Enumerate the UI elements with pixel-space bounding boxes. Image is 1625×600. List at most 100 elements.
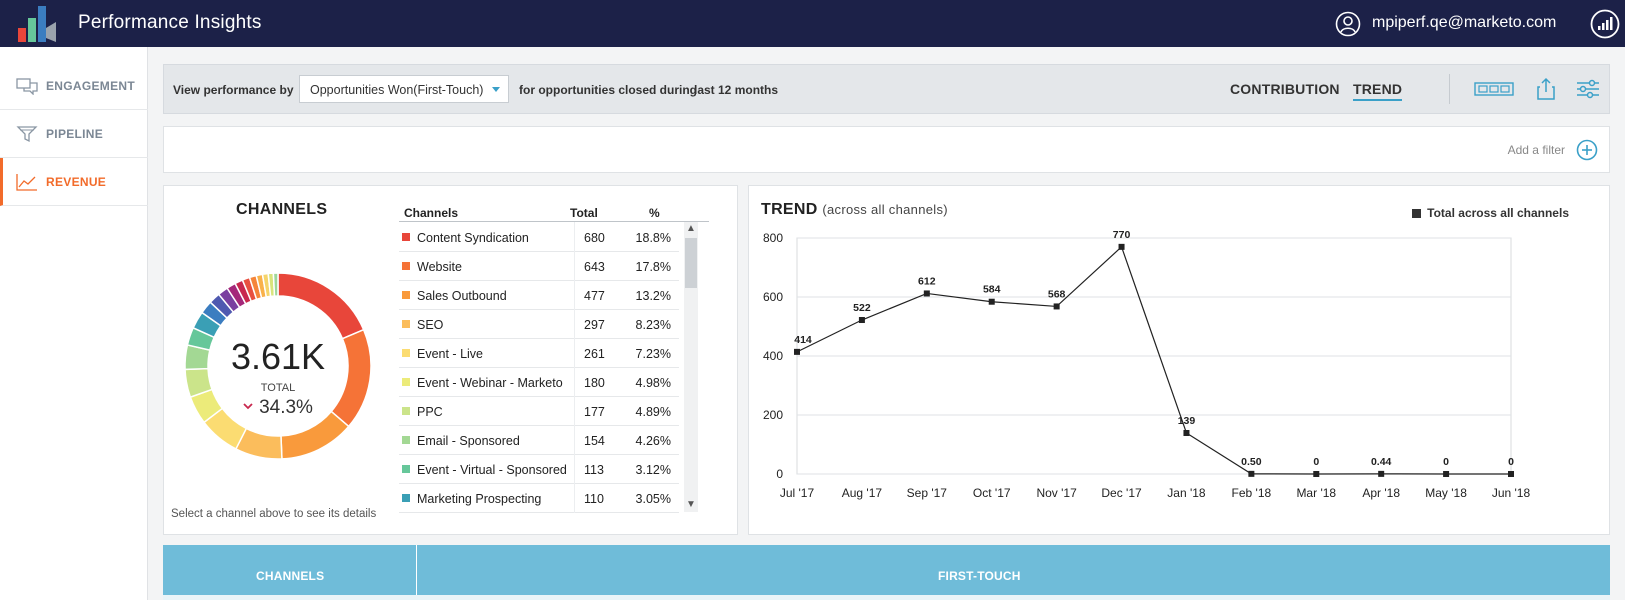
chevron-down-icon [243, 403, 253, 410]
sidebar-item-revenue[interactable]: REVENUE [0, 158, 148, 206]
data-point[interactable] [923, 290, 930, 297]
data-point[interactable] [1248, 470, 1255, 477]
column-separator [574, 251, 575, 281]
y-tick-label: 0 [776, 467, 783, 481]
sidebar-item-label: ENGAGEMENT [46, 79, 136, 93]
table-row[interactable]: Content Syndication 680 18.8% [399, 222, 679, 252]
column-separator [574, 280, 575, 310]
table-row[interactable]: Website 643 17.8% [399, 251, 679, 281]
x-tick-label: Aug '17 [842, 486, 883, 500]
sidebar-item-label: PIPELINE [46, 127, 104, 141]
total-label: TOTAL [260, 382, 296, 394]
column-separator [574, 367, 575, 397]
channel-percent: 7.23% [635, 347, 671, 361]
column-header-percent[interactable]: % [649, 206, 660, 220]
tab-contribution[interactable]: CONTRIBUTION [1230, 81, 1340, 97]
data-point[interactable] [1508, 471, 1514, 477]
x-tick-label: Mar '18 [1296, 486, 1336, 500]
donut-center: 3.61K TOTAL 34.3% [178, 266, 378, 466]
table-row[interactable]: PPC 177 4.89% [399, 396, 679, 426]
sidebar-item-engagement[interactable]: ENGAGEMENT [0, 62, 148, 110]
data-point[interactable] [1183, 429, 1190, 436]
channels-title: CHANNELS [236, 201, 328, 218]
channel-name: Event - Live [417, 347, 484, 361]
y-tick-label: 600 [763, 290, 783, 304]
table-row[interactable]: Email - Sponsored 154 4.26% [399, 425, 679, 455]
data-point[interactable] [1118, 243, 1125, 250]
column-header-total[interactable]: Total [570, 206, 598, 220]
user-email[interactable]: mpiperf.qe@marketo.com [1372, 14, 1556, 32]
channel-name: Marketing Prospecting [417, 492, 542, 506]
table-row[interactable]: Event - Virtual - Sponsored 113 3.12% [399, 454, 679, 484]
table-row[interactable]: Event - Webinar - Marketo 180 4.98% [399, 367, 679, 397]
channel-percent: 13.2% [635, 289, 671, 303]
scroll-up-icon[interactable]: ▲ [686, 224, 696, 234]
channel-color-swatch [402, 262, 410, 270]
column-separator [574, 222, 575, 252]
channel-color-swatch [402, 349, 410, 357]
data-point[interactable] [1443, 471, 1450, 477]
data-label: 0 [1313, 456, 1319, 468]
y-tick-label: 800 [763, 231, 783, 245]
data-label: 770 [1113, 229, 1131, 241]
view-performance-bar: View performance by Opportunities Won(Fi… [163, 64, 1610, 114]
column-separator [574, 425, 575, 455]
tab-trend[interactable]: TREND [1353, 81, 1403, 101]
scroll-down-icon[interactable]: ▼ [686, 500, 696, 510]
table-row[interactable]: Sales Outbound 477 13.2% [399, 280, 679, 310]
change-value: 34.3% [259, 397, 313, 418]
channels-first-touch-table-header: CHANNELS FIRST-TOUCH [163, 545, 1610, 600]
data-label: 0 [1443, 456, 1449, 468]
trend-panel: TREND (across all channels) Total across… [748, 185, 1610, 535]
add-circle-icon[interactable] [1576, 139, 1598, 161]
data-point[interactable] [1378, 470, 1385, 477]
channel-total: 261 [584, 347, 605, 361]
scrollbar-thumb[interactable] [685, 238, 697, 288]
channel-color-swatch [402, 436, 410, 444]
data-point[interactable] [1313, 471, 1320, 477]
column-separator [574, 338, 575, 368]
column-divider [416, 545, 417, 600]
app-logo-icon [18, 6, 56, 42]
column-header-channels[interactable]: CHANNELS [256, 569, 324, 583]
export-icon[interactable] [1536, 77, 1556, 101]
x-tick-label: Jul '17 [780, 486, 815, 500]
x-tick-label: Jan '18 [1167, 486, 1206, 500]
channel-total: 177 [584, 405, 605, 419]
channels-scrollbar[interactable]: ▲ ▼ [684, 222, 698, 512]
data-point[interactable] [858, 317, 865, 324]
top-bar: Performance Insights mpiperf.qe@marketo.… [0, 0, 1625, 47]
data-point[interactable] [1053, 303, 1060, 310]
period-link[interactable]: last 12 months [694, 83, 778, 97]
channel-name: Email - Sponsored [417, 434, 520, 448]
sidebar-item-pipeline[interactable]: PIPELINE [0, 110, 148, 158]
data-point[interactable] [988, 298, 995, 305]
column-header-channels[interactable]: Channels [404, 206, 458, 220]
channel-percent: 17.8% [635, 260, 671, 274]
channel-total: 110 [584, 492, 604, 506]
settings-sliders-icon[interactable] [1576, 77, 1600, 101]
add-filter-link[interactable]: Add a filter [1508, 143, 1565, 157]
data-point[interactable] [794, 348, 800, 355]
channel-total: 180 [584, 376, 605, 390]
data-label: 568 [1048, 288, 1066, 300]
table-row[interactable]: Event - Live 261 7.23% [399, 338, 679, 368]
channel-total: 113 [584, 463, 604, 477]
column-header-first-touch[interactable]: FIRST-TOUCH [938, 569, 1021, 583]
line-chart-icon [16, 174, 37, 191]
data-label: 0.44 [1371, 456, 1392, 468]
funnel-icon [16, 126, 38, 143]
user-avatar-icon[interactable] [1335, 11, 1361, 37]
grid-view-icon[interactable] [1474, 77, 1514, 101]
channel-color-swatch [402, 320, 410, 328]
table-row[interactable]: SEO 297 8.23% [399, 309, 679, 339]
data-label: 522 [853, 302, 871, 314]
table-row[interactable]: Marketing Prospecting 110 3.05% [399, 483, 679, 513]
channel-percent: 3.12% [635, 463, 671, 477]
column-separator [574, 309, 575, 339]
data-label: 414 [794, 334, 812, 346]
marketo-account-icon[interactable] [1590, 9, 1620, 39]
toolbar-divider [1449, 74, 1450, 104]
performance-metric-select[interactable]: Opportunities Won(First-Touch) [299, 75, 509, 103]
app-title: Performance Insights [78, 12, 262, 33]
